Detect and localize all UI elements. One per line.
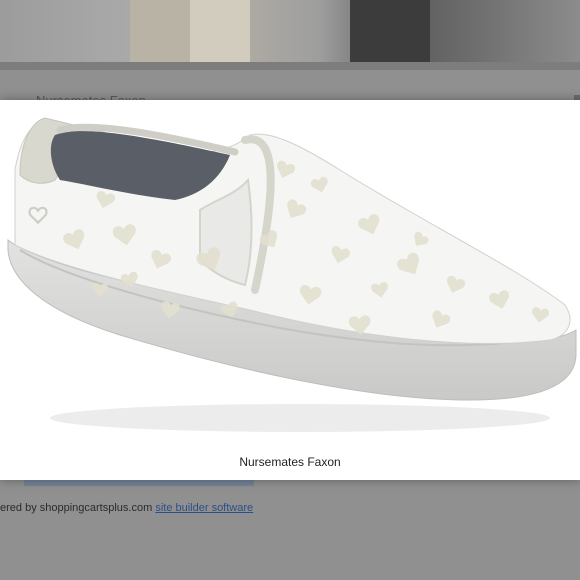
- footer-text: ered by shoppingcartsplus.com: [0, 502, 156, 514]
- lightbox-caption: Nursemates Faxon: [239, 455, 341, 469]
- shoe-shadow: [50, 404, 550, 432]
- background-photo: [0, 0, 580, 62]
- footer-link[interactable]: site builder software: [155, 502, 253, 514]
- lightbox: Nursemates Faxon: [0, 100, 580, 480]
- footer-credit: ered by shoppingcartsplus.com site build…: [0, 502, 253, 514]
- product-image: [7, 117, 577, 432]
- background-divider: [0, 62, 580, 70]
